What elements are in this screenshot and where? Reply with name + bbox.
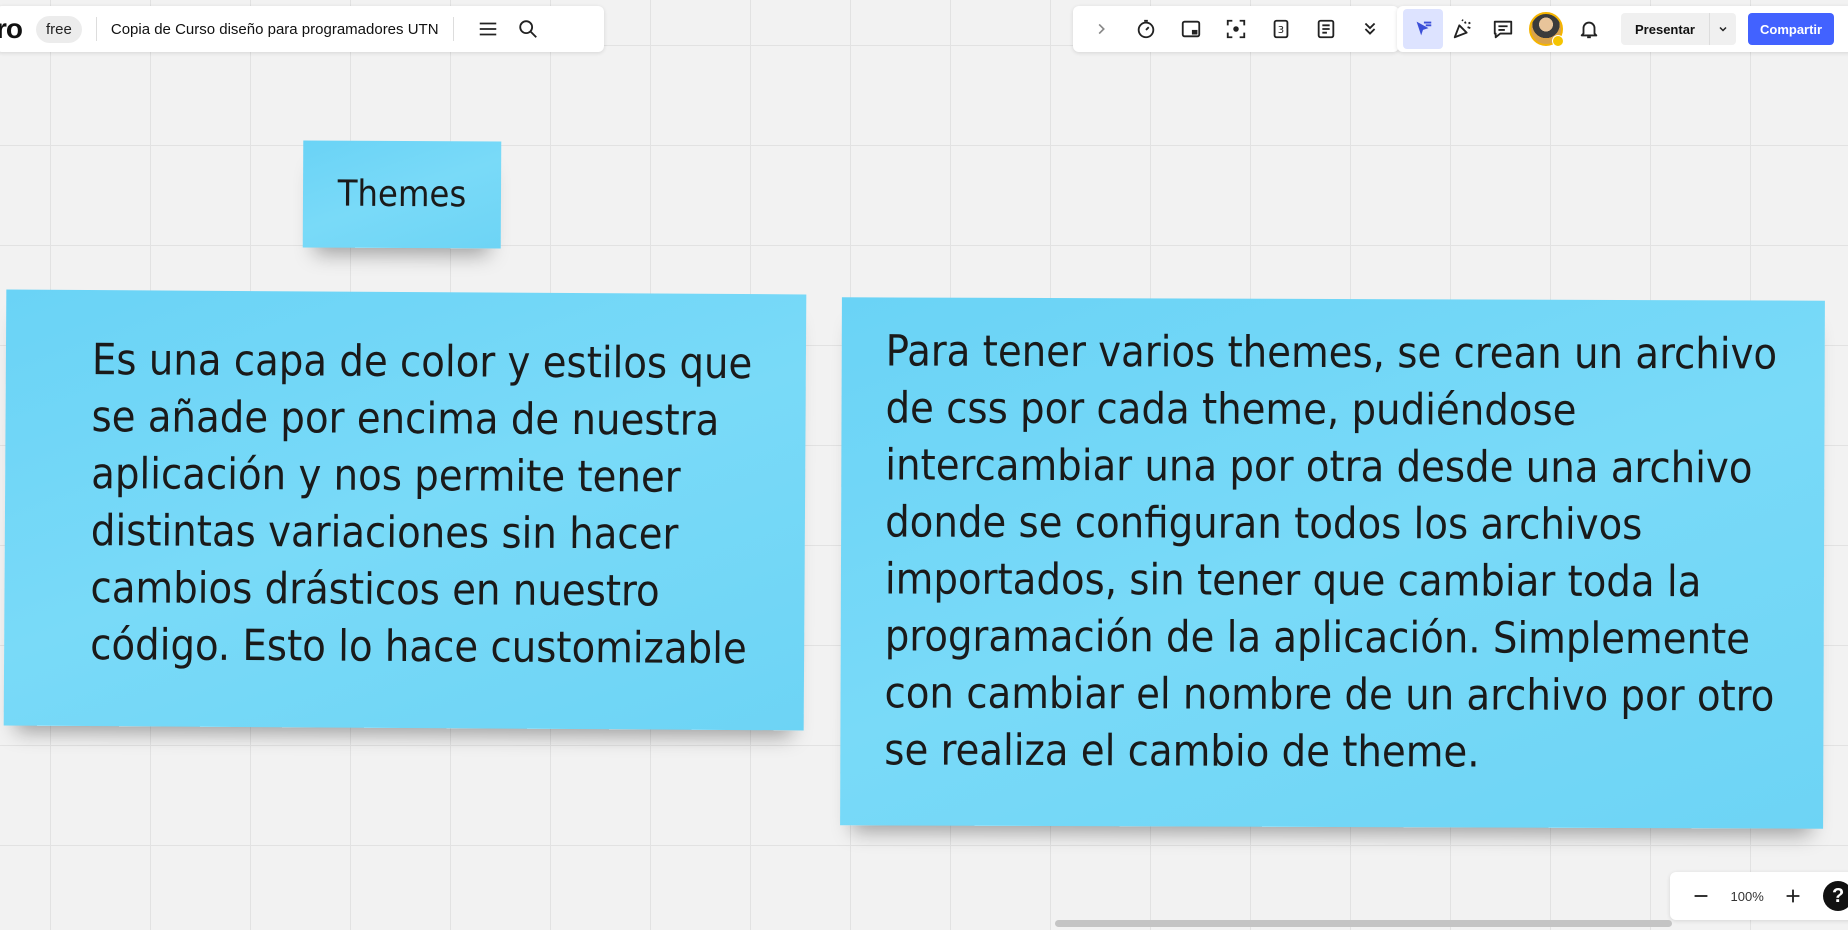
zoom-out-button[interactable] — [1681, 876, 1721, 916]
bell-icon — [1580, 21, 1598, 39]
sticky-note-text: Para tener varios themes, se crean un ar… — [884, 326, 1778, 778]
present-button[interactable]: Presentar — [1621, 13, 1736, 45]
comments-button[interactable] — [1483, 9, 1523, 49]
notes-button[interactable] — [1306, 9, 1346, 49]
counter-digit: 3 — [1278, 25, 1284, 36]
present-label: Presentar — [1635, 21, 1695, 37]
notifications-button[interactable] — [1569, 9, 1609, 49]
counter-icon: 3 — [1273, 19, 1289, 39]
focus-icon — [1226, 19, 1246, 39]
counter-button[interactable]: 3 — [1261, 9, 1301, 49]
plus-icon — [1787, 889, 1800, 903]
chevron-down-icon — [1719, 26, 1727, 32]
sticky-note-text: Es una capa de color y estilos que se añ… — [90, 335, 753, 675]
card-button[interactable] — [1171, 9, 1211, 49]
comment-icon — [1493, 20, 1513, 39]
card-icon — [1181, 20, 1201, 38]
menu-icon — [479, 22, 496, 36]
sticky-note-definition[interactable]: Es una capa de color y estilos que se añ… — [3, 289, 807, 731]
cursor-icon — [1416, 21, 1432, 36]
timer-icon — [1138, 19, 1155, 39]
miro-logo[interactable]: ro — [0, 13, 23, 45]
collaboration-toolbar: Presentar Compartir — [1397, 6, 1848, 52]
zoom-control: 100% ? — [1670, 872, 1848, 920]
chevron-right-icon — [1099, 23, 1106, 35]
focus-button[interactable] — [1216, 9, 1256, 49]
present-options-button[interactable] — [1708, 13, 1736, 45]
help-button[interactable]: ? — [1823, 881, 1848, 911]
search-icon — [518, 20, 537, 38]
minus-icon — [1694, 895, 1708, 897]
sticky-note-multiple-themes[interactable]: Para tener varios themes, se crean un ar… — [840, 297, 1825, 829]
share-button[interactable]: Compartir — [1747, 13, 1835, 45]
sticky-note-title[interactable]: Themes — [302, 140, 502, 249]
plan-badge[interactable]: free — [36, 15, 82, 43]
reactions-button[interactable] — [1443, 9, 1483, 49]
expand-toolbar-button[interactable] — [1081, 9, 1121, 49]
cursors-button[interactable] — [1403, 9, 1443, 49]
zoom-level[interactable]: 100% — [1731, 889, 1764, 904]
reactions-icon — [1453, 19, 1471, 39]
menu-button[interactable] — [468, 9, 508, 49]
horizontal-scrollbar[interactable] — [1055, 920, 1672, 927]
sticky-note-text: Themes — [337, 173, 467, 216]
divider — [452, 17, 454, 41]
search-button[interactable] — [508, 9, 548, 49]
zoom-in-button[interactable] — [1773, 876, 1813, 916]
status-dot — [1552, 35, 1564, 47]
timer-button[interactable] — [1126, 9, 1166, 49]
divider — [95, 17, 97, 41]
user-avatar[interactable] — [1529, 12, 1564, 47]
board-title[interactable]: Copia de Curso diseño para programadores… — [111, 21, 439, 38]
notes-icon — [1317, 19, 1334, 39]
more-icon — [1365, 22, 1376, 35]
more-tools-button[interactable] — [1350, 9, 1390, 49]
board-toolbar: ro free Copia de Curso diseño para progr… — [0, 6, 604, 52]
apps-toolbar: 3 — [1073, 6, 1399, 52]
